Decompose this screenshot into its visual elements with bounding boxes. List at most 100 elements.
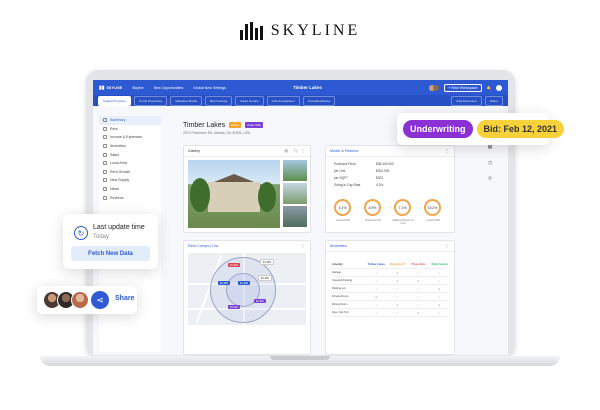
avatar[interactable] [71, 291, 89, 309]
amenity-name: Garage [332, 271, 341, 274]
bell-icon[interactable]: 🔔 [487, 86, 491, 90]
tab-bar: Subject Property Comp Properties Valuati… [93, 95, 508, 106]
check-icon: ✓ [438, 279, 441, 283]
table-row: Spa / Hot Tub ✓ ✓ ✕ ✓ [332, 309, 450, 317]
rent-comps-map-card: Rent Comps | List ⋮ $1,349 $1,380 $1,365… [183, 240, 311, 355]
gallery-thumb-2[interactable] [283, 183, 307, 204]
brand-logo: SKYLINE [0, 22, 600, 40]
model-returns-card: Model & Returns ⋮ Purchase Price $38,000,… [325, 145, 455, 233]
camera-icon[interactable]: ◎ [285, 148, 289, 153]
share-card: ⋖ Share [37, 286, 137, 314]
clock-icon[interactable]: ◷ [488, 160, 492, 166]
skyline-bars-icon [239, 22, 263, 40]
app-logo[interactable]: ▮▮ SKYLINE [99, 85, 122, 91]
avatar-group[interactable] [429, 84, 440, 91]
share-button[interactable]: Share [115, 295, 134, 302]
sidebar-item-summary[interactable]: Summary [99, 116, 161, 125]
x-icon: ✕ [396, 303, 399, 307]
nav-link-2[interactable]: New Opportunities [154, 86, 184, 90]
check-icon: ✓ [417, 271, 420, 275]
sidebar-item-reviews[interactable]: Reviews [99, 193, 161, 202]
gallery-title: Gallery [184, 146, 310, 157]
table-row: Fitness Room ✕ ✓ ✓ ✓ [332, 293, 450, 301]
x-icon: ✕ [417, 279, 420, 283]
map-pin[interactable]: $1,402 [228, 305, 240, 310]
amenities-card: Amenities ⋮ Amenity Timber Lakes Riversi… [325, 240, 455, 355]
map-pin[interactable]: $1,299 [238, 281, 250, 286]
x-icon: ✕ [396, 279, 399, 283]
new-supply-icon [103, 178, 107, 183]
metric-label: Levered IRR [336, 219, 350, 222]
map-pin[interactable]: $1,310 [254, 299, 266, 304]
bid-date-pill[interactable]: Bid: Feb 12, 2021 [476, 120, 565, 138]
gallery-card: Gallery ◎ ⛶ ⋮ [183, 145, 311, 233]
metric-label: Stabilized Return on Cost [392, 219, 414, 225]
table-row: Garage ✓ ✕ ✓ ✓ [332, 269, 450, 277]
check-icon: ✓ [438, 271, 441, 275]
model-row: Purchase Price $38,000,000 [334, 161, 394, 166]
add-document-button[interactable]: Add Document [451, 95, 482, 106]
model-row: per Unit $200,000 [334, 168, 390, 173]
sidebar-item-sales[interactable]: Sales [99, 150, 161, 159]
check-icon: ✓ [375, 287, 378, 291]
more-icon[interactable]: ⋮ [301, 148, 305, 153]
map-pin[interactable]: $1,450 [258, 275, 272, 282]
map-pin[interactable]: $1,365 [218, 281, 230, 286]
table-row: Dining Room ✓ ✕ ✓ ✕ [332, 301, 450, 309]
last-update-value: Today [93, 234, 110, 240]
profile-avatar[interactable] [496, 84, 502, 91]
metric-ring: 15.2% [424, 199, 441, 216]
refresh-clock-icon: ↻ [74, 226, 88, 240]
sidebar-item-news[interactable]: News [99, 185, 161, 194]
list-link[interactable]: List [212, 244, 218, 248]
gallery-thumb-1[interactable] [283, 160, 307, 181]
reviews-icon [103, 195, 107, 200]
tab-amenities-notes[interactable]: Amenities/Notes [302, 95, 336, 106]
fetch-new-data-button[interactable]: Fetch New Data [71, 246, 150, 261]
more-icon[interactable]: ⋮ [301, 243, 305, 248]
check-icon: ✓ [438, 311, 441, 315]
nav-link-3[interactable]: Global New Settings [193, 86, 226, 90]
share-tab-button[interactable]: Share [484, 95, 503, 106]
map-pin[interactable]: $1,349 [228, 263, 240, 268]
table-header: Amenity Timber Lakes Riverside Pl Pines … [332, 261, 450, 269]
pin-icon[interactable]: ⚲ [488, 176, 492, 182]
tab-subject-property[interactable]: Subject Property [98, 95, 131, 106]
sidebar-item-rent-growth[interactable]: Rent Growth [99, 168, 161, 177]
share-icon[interactable]: ⋖ [91, 291, 109, 309]
tab-rent-comps[interactable]: Rent Comps [205, 95, 233, 106]
rent-growth-icon [103, 169, 107, 174]
summary-icon [103, 118, 107, 123]
underwriting-pill[interactable]: Underwriting [403, 120, 473, 138]
tab-sales-comps[interactable]: Sales Comps [235, 95, 264, 106]
nav-link-1[interactable]: Skyline [132, 86, 144, 90]
laptop-notch [270, 356, 330, 360]
sidebar-item-new-supply[interactable]: New Supply [99, 176, 161, 185]
model-row: Going-in Cap Rate 4.3% [334, 183, 384, 188]
tab-valuation-model[interactable]: Valuation Model [170, 95, 203, 106]
tab-unit-comparison[interactable]: Unit Comparison [266, 95, 300, 106]
check-icon: ✓ [396, 311, 399, 315]
check-icon: ✓ [417, 295, 420, 299]
new-workspace-button[interactable]: + New Workspace [444, 83, 482, 92]
property-address: 2572 Peachtree Rd, Atlanta, GA 30305, US… [183, 131, 251, 135]
rent-comps-map[interactable]: $1,349 $1,380 $1,365 $1,299 $1,450 $1,31… [188, 253, 306, 325]
table-row: Covered Parking ✓ ✕ ✕ ✓ [332, 277, 450, 285]
gallery-thumb-3[interactable] [283, 206, 307, 227]
app-property-title: Timber Lakes [293, 85, 322, 90]
sidebar-item-income[interactable]: Income & Expenses [99, 133, 161, 142]
sidebar-item-local-area[interactable]: Local Area [99, 159, 161, 168]
amenities-title: Amenities [326, 241, 454, 252]
more-icon[interactable]: ⋮ [445, 148, 449, 153]
metric-ring: 8.9% [364, 199, 381, 216]
x-icon: ✕ [417, 311, 420, 315]
last-update-title: Last update time [93, 224, 145, 231]
gallery-main-photo[interactable] [188, 160, 280, 228]
tab-comp-properties[interactable]: Comp Properties [133, 95, 168, 106]
more-icon[interactable]: ⋮ [445, 243, 449, 248]
sidebar-item-rent[interactable]: Rent [99, 125, 161, 134]
map-pin[interactable]: $1,380 [260, 259, 274, 266]
expand-icon[interactable]: ⛶ [294, 148, 297, 153]
amenity-name: Parking Lot [332, 287, 346, 290]
sidebar-item-amenities[interactable]: Amenities [99, 142, 161, 151]
